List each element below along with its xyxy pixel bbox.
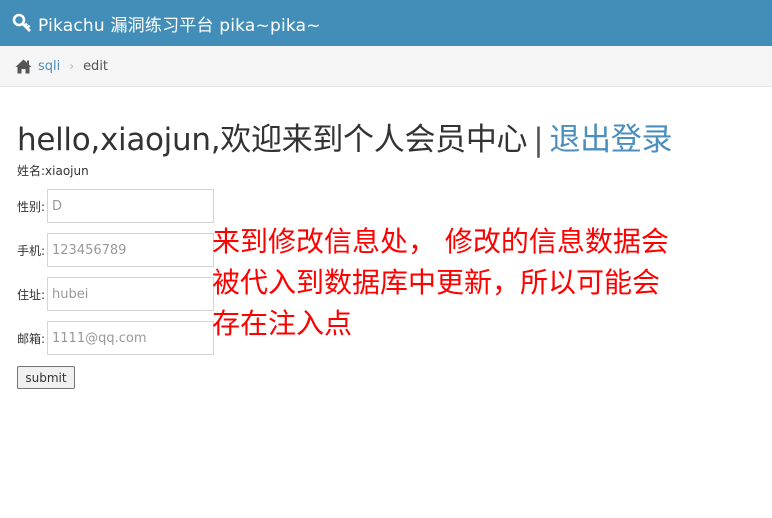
email-label: 邮箱:	[17, 331, 46, 346]
username-display: 姓名:xiaojun	[17, 164, 89, 178]
breadcrumb-link-sqli[interactable]: sqli	[38, 59, 60, 74]
sex-row: 性别:	[17, 189, 214, 223]
annotation-text: 来到修改信息处， 修改的信息数据会被代入到数据库中更新，所以可能会存在注入点	[212, 225, 669, 340]
phone-input[interactable]	[47, 233, 214, 267]
address-input[interactable]	[47, 277, 214, 311]
address-label: 住址:	[17, 287, 46, 302]
email-row: 邮箱:	[17, 321, 214, 355]
breadcrumb: sqli › edit	[0, 46, 772, 87]
sex-label: 性别:	[17, 199, 46, 214]
email-input[interactable]	[47, 321, 214, 355]
page-title: hello,xiaojun,欢迎来到个人会员中心 | 退出登录	[17, 114, 673, 159]
phone-label: 手机:	[17, 243, 46, 258]
chevron-right-icon: ›	[69, 59, 75, 73]
logout-link[interactable]: 退出登录	[549, 122, 672, 158]
sex-input[interactable]	[47, 189, 214, 223]
home-icon[interactable]	[15, 59, 32, 74]
top-navbar: Pikachu 漏洞练习平台 pika~pika~	[0, 0, 772, 46]
phone-row: 手机:	[17, 233, 214, 267]
address-row: 住址:	[17, 277, 214, 311]
title-divider: |	[533, 122, 544, 158]
brand-link[interactable]: Pikachu 漏洞练习平台 pika~pika~	[38, 11, 321, 36]
greeting-text: hello,xiaojun,欢迎来到个人会员中心	[17, 122, 528, 158]
submit-button[interactable]: submit	[17, 366, 75, 389]
breadcrumb-current: edit	[83, 58, 109, 74]
key-icon	[12, 13, 32, 33]
